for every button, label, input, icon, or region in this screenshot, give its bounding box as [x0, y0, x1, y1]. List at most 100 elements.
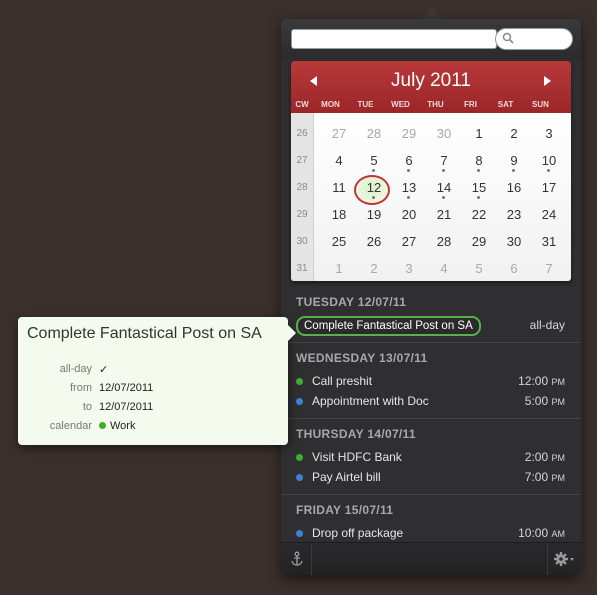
- calendar-day[interactable]: 30: [497, 229, 531, 255]
- calendar-day[interactable]: 28: [357, 121, 391, 147]
- calendar-day-today[interactable]: 12: [354, 175, 391, 205]
- day-number: 1: [335, 261, 343, 276]
- month-title: July 2011: [391, 70, 471, 91]
- calendar-day[interactable]: 31: [532, 229, 566, 255]
- search-input[interactable]: [516, 31, 570, 47]
- day-number: 28: [436, 234, 452, 249]
- calendar-day[interactable]: 25: [322, 229, 356, 255]
- search-field[interactable]: [495, 28, 573, 50]
- calendar-day[interactable]: 8: [462, 148, 496, 174]
- week-number: 26: [296, 128, 308, 139]
- event-title: Call preshit: [312, 374, 373, 388]
- calendar-day[interactable]: 24: [532, 202, 566, 228]
- mini-calendar: July 2011 CW MON TUE WED THU FRI SAT SUN 26 27 2…: [291, 61, 571, 281]
- event-row[interactable]: Call preshit 12:00 PM: [281, 371, 581, 391]
- day-section-heading: WEDNESDAY 13/07/11: [296, 351, 428, 365]
- calendar-day[interactable]: 29: [392, 121, 426, 147]
- divider: [311, 543, 312, 575]
- calendar-day[interactable]: 28: [427, 229, 461, 255]
- day-number: 3: [545, 126, 553, 141]
- calendar-day[interactable]: 23: [497, 202, 531, 228]
- bottom-bar: [281, 542, 581, 575]
- detail-popover-arrow: [288, 325, 296, 341]
- calendar-day[interactable]: 5: [462, 256, 496, 281]
- section-separator: [281, 494, 581, 495]
- day-number: 17: [541, 180, 557, 195]
- event-time-value: 10:00: [518, 526, 549, 540]
- day-number: 18: [331, 207, 347, 222]
- calendar-day[interactable]: 3: [532, 121, 566, 147]
- calendar-day[interactable]: 9: [497, 148, 531, 174]
- event-time: 7:00 PM: [525, 467, 565, 488]
- calendar-day[interactable]: 16: [497, 175, 531, 201]
- day-number: 19: [366, 207, 382, 222]
- day-number: 13: [401, 180, 417, 195]
- calendar-day[interactable]: 1: [462, 121, 496, 147]
- calendar-day[interactable]: 17: [532, 175, 566, 201]
- selected-event-title[interactable]: Complete Fantastical Post on SA: [296, 316, 481, 336]
- event-row[interactable]: Pay Airtel bill 7:00 PM: [281, 467, 581, 487]
- event-indicator-dot: [512, 169, 515, 172]
- chevron-right-icon[interactable]: [544, 76, 551, 86]
- event-indicator-dot: [407, 196, 410, 199]
- event-time-ampm: PM: [551, 473, 566, 483]
- calendar-day[interactable]: 4: [427, 256, 461, 281]
- calendar-day[interactable]: 3: [392, 256, 426, 281]
- day-number: 3: [405, 261, 413, 276]
- day-number: 15: [471, 180, 487, 195]
- calendar-day[interactable]: 4: [322, 148, 356, 174]
- calendar-day[interactable]: 20: [392, 202, 426, 228]
- quick-entry-input[interactable]: [291, 29, 497, 49]
- weekday-label: SUN: [532, 100, 549, 109]
- calendar-day[interactable]: 7: [532, 256, 566, 281]
- calendar-day[interactable]: 6: [497, 256, 531, 281]
- event-row[interactable]: Complete Fantastical Post on SA all-day: [281, 315, 581, 336]
- weekday-label: SAT: [497, 100, 514, 109]
- calendar-day[interactable]: 27: [322, 121, 356, 147]
- event-row[interactable]: Drop off package 10:00 AM: [281, 523, 581, 543]
- calendar-grid: 26 27 28 29 30 31 27 28 29 30 1 2 3 4 5 6 7 8 9 10 11 12 13 14…: [291, 113, 571, 281]
- day-number: 9: [510, 153, 518, 168]
- calendar-day[interactable]: 15: [462, 175, 496, 201]
- calendar-day[interactable]: 6: [392, 148, 426, 174]
- day-number: 22: [471, 207, 487, 222]
- event-row[interactable]: Visit HDFC Bank 2:00 PM: [281, 447, 581, 467]
- day-number: 23: [506, 207, 522, 222]
- calendar-day[interactable]: 22: [462, 202, 496, 228]
- calendar-day[interactable]: 30: [427, 121, 461, 147]
- event-indicator-dot: [442, 169, 445, 172]
- day-section-heading: TUESDAY 12/07/11: [296, 295, 407, 309]
- gear-icon[interactable]: [553, 551, 575, 567]
- calendar-day[interactable]: 18: [322, 202, 356, 228]
- event-time: 10:00 AM: [518, 523, 565, 544]
- calendar-day[interactable]: 21: [427, 202, 461, 228]
- calendar-day[interactable]: 5: [357, 148, 391, 174]
- calendar-day[interactable]: 10: [532, 148, 566, 174]
- weekday-label: FRI: [464, 100, 477, 109]
- anchor-icon[interactable]: [289, 551, 305, 567]
- calendar-day[interactable]: 1: [322, 256, 356, 281]
- calendar-day[interactable]: 14: [427, 175, 461, 201]
- calendar-day[interactable]: 19: [357, 202, 391, 228]
- day-number: 24: [541, 207, 557, 222]
- week-number: 27: [296, 155, 308, 166]
- allday-label: all-day: [59, 363, 92, 375]
- event-time: all-day: [529, 318, 565, 332]
- day-number: 8: [475, 153, 483, 168]
- calendar-day[interactable]: 29: [462, 229, 496, 255]
- day-number: 29: [471, 234, 487, 249]
- calendar-day[interactable]: 13: [392, 175, 426, 201]
- calendar-day[interactable]: 7: [427, 148, 461, 174]
- event-row[interactable]: Appointment with Doc 5:00 PM: [281, 391, 581, 411]
- calendar-value: Work: [99, 420, 135, 432]
- calendar-header: July 2011 CW MON TUE WED THU FRI SAT SUN: [291, 61, 571, 113]
- calendar-day[interactable]: 2: [357, 256, 391, 281]
- calendar-day[interactable]: 26: [357, 229, 391, 255]
- calendar-day[interactable]: 27: [392, 229, 426, 255]
- day-number: 30: [436, 126, 452, 141]
- event-detail-popover: Complete Fantastical Post on SA all-day …: [18, 317, 288, 445]
- calendar-day[interactable]: 2: [497, 121, 531, 147]
- calendar-label: calendar: [49, 420, 92, 432]
- calendar-day[interactable]: 11: [322, 175, 356, 201]
- day-number: 4: [440, 261, 448, 276]
